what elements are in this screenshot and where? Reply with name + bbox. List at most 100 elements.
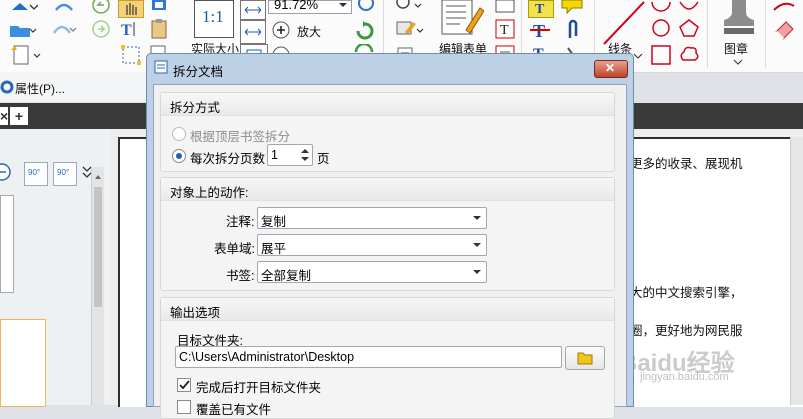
annotations-value: 复制 [261, 215, 287, 229]
redo-icon[interactable] [52, 20, 78, 38]
bookmarks-value: 全部复制 [261, 269, 312, 283]
zoom-in-icon[interactable] [272, 21, 290, 39]
find-replace-icon[interactable] [395, 0, 425, 14]
close-icon: ✕ [605, 61, 616, 75]
cloud-shape-icon[interactable] [678, 44, 700, 66]
overwrite-files-checkbox[interactable] [177, 400, 191, 414]
browse-folder-button[interactable] [565, 346, 605, 370]
zoom-dropdown-arrow-icon[interactable] [339, 3, 347, 7]
bookmarks-label: 书签: [226, 269, 255, 283]
pages-per-split-value[interactable]: 1 [271, 148, 278, 162]
spinner-arrows-icon[interactable] [300, 146, 310, 164]
text-box-icon[interactable]: T [494, 18, 516, 40]
chevron-down-icon [473, 270, 481, 274]
typewriter-icon[interactable]: T [528, 0, 554, 18]
split-by-pages-label[interactable]: 每次拆分页数 [190, 148, 265, 167]
rotate-right-icon[interactable]: 90° [53, 162, 77, 186]
folder-icon [577, 352, 593, 365]
annotations-select[interactable]: 复制 [257, 207, 487, 229]
zoom-magnifier-icon[interactable] [356, 0, 376, 12]
text-edit-icon[interactable] [395, 18, 425, 40]
stamp-icon[interactable] [722, 0, 756, 36]
marquee-select-icon[interactable] [120, 44, 142, 66]
undo-icon[interactable] [52, 0, 74, 14]
svg-text:T: T [535, 2, 545, 17]
radio-split-by-bookmarks[interactable] [172, 127, 186, 141]
fit-width-icon[interactable] [240, 20, 266, 44]
snapshot-icon[interactable] [150, 0, 168, 14]
stamp-label[interactable]: 图章 [724, 40, 748, 57]
fit-page-icon[interactable] [240, 0, 266, 20]
chevron-down-icon [473, 243, 481, 247]
checkmark-icon [179, 380, 190, 390]
insert-shape-icon[interactable] [10, 0, 39, 14]
page-thumbnail-selected[interactable] [0, 319, 46, 407]
attachment-icon[interactable] [564, 18, 582, 42]
watermark-url: jingyan.baidu.com [640, 371, 729, 383]
zoom-combo[interactable]: 91.72% [268, 0, 352, 14]
circle-shape-icon[interactable] [650, 0, 672, 14]
thumbnail-panel: 90° 90° [0, 129, 111, 407]
form-fields-label: 表单域: [214, 242, 255, 256]
eraser-icon[interactable] [772, 18, 796, 41]
stamp-dropdown-arrow-icon[interactable] [733, 56, 743, 65]
polygon-shape-icon[interactable] [678, 18, 700, 38]
text-field-icon[interactable] [494, 0, 516, 14]
properties-button[interactable]: 属性(P)... [15, 80, 65, 97]
pages-per-split-spinner[interactable]: 1 [267, 144, 313, 166]
split-mode-header: 拆分方式 [170, 101, 221, 115]
actual-size-icon[interactable]: 1:1 [194, 0, 234, 38]
doc-text-line-1: 更多的收录、展现机 [630, 157, 743, 171]
arc-shape-icon[interactable] [678, 0, 700, 14]
svg-text:T: T [500, 23, 509, 38]
line-dropdown-arrow-icon[interactable] [633, 50, 643, 59]
properties-bar: 属性(P)... [0, 72, 150, 102]
strikeout-icon[interactable]: T [528, 20, 552, 41]
forward-circle-icon[interactable] [92, 20, 110, 38]
clipboard-icon[interactable] [150, 18, 170, 40]
ellipse-shape-icon[interactable] [650, 18, 672, 38]
document-scrollbar[interactable] [790, 137, 803, 405]
open-folder-after-checkbox[interactable] [177, 378, 191, 392]
object-actions-group: 对象上的动作: 注释: 复制 表单域: 展平 书签: 全部复制 [160, 177, 615, 291]
chevron-down-icon [473, 216, 481, 220]
zoom-in-label[interactable]: 放大 [297, 23, 321, 40]
dialog-title: 拆分文档 [173, 65, 224, 79]
open-folder-after-label[interactable]: 完成后打开目标文件夹 [196, 377, 321, 396]
dialog-app-icon [154, 60, 168, 74]
edit-form-icon[interactable] [440, 0, 485, 38]
output-options-header: 输出选项 [170, 306, 221, 320]
target-folder-input[interactable]: C:\Users\Administrator\Desktop [175, 346, 562, 368]
bookmarks-select[interactable]: 全部复制 [257, 261, 487, 283]
back-circle-icon[interactable] [92, 0, 110, 14]
page-thumbnail[interactable] [0, 195, 14, 293]
form-fields-value: 展平 [261, 242, 287, 256]
dialog-close-button[interactable]: ✕ [594, 60, 628, 78]
doc-text-line-2: 大的中文搜索引擎， [630, 286, 743, 300]
radio-split-by-pages[interactable] [172, 149, 186, 163]
open-file-icon[interactable] [8, 20, 38, 38]
select-text-icon[interactable]: T [120, 20, 142, 39]
pencil-icon[interactable] [772, 0, 796, 14]
properties-gear-icon [0, 80, 14, 94]
svg-text:T: T [121, 22, 132, 38]
rotate-icon[interactable] [354, 20, 376, 42]
split-mode-group: 拆分方式 根据顶层书签拆分 每次拆分页数 1 页 [160, 92, 615, 172]
rectangle-shape-icon[interactable] [650, 44, 672, 66]
thumbnail-scrollbar[interactable] [91, 167, 104, 405]
split-by-bookmarks-label[interactable]: 根据顶层书签拆分 [190, 126, 290, 145]
annotations-label: 注释: [226, 215, 255, 229]
rotate-left-icon[interactable]: 90° [24, 162, 48, 186]
doc-text-line-3: 圈，更好地为网民服 [630, 324, 743, 338]
output-options-group: 输出选项 目标文件夹: C:\Users\Administrator\Deskt… [160, 297, 615, 419]
close-tab-icon[interactable]: × [0, 107, 8, 125]
new-file-icon[interactable] [10, 44, 44, 66]
form-fields-select[interactable]: 展平 [257, 234, 487, 256]
note-icon[interactable] [560, 0, 584, 15]
target-folder-value[interactable]: C:\Users\Administrator\Desktop [179, 350, 354, 364]
add-tab-icon[interactable]: + [10, 107, 28, 125]
overwrite-files-label[interactable]: 覆盖已有文件 [196, 399, 271, 418]
hand-tool-icon[interactable] [118, 0, 144, 18]
zoom-out-thumb-icon[interactable] [0, 163, 14, 181]
dialog-titlebar[interactable]: 拆分文档 ✕ [151, 57, 628, 79]
